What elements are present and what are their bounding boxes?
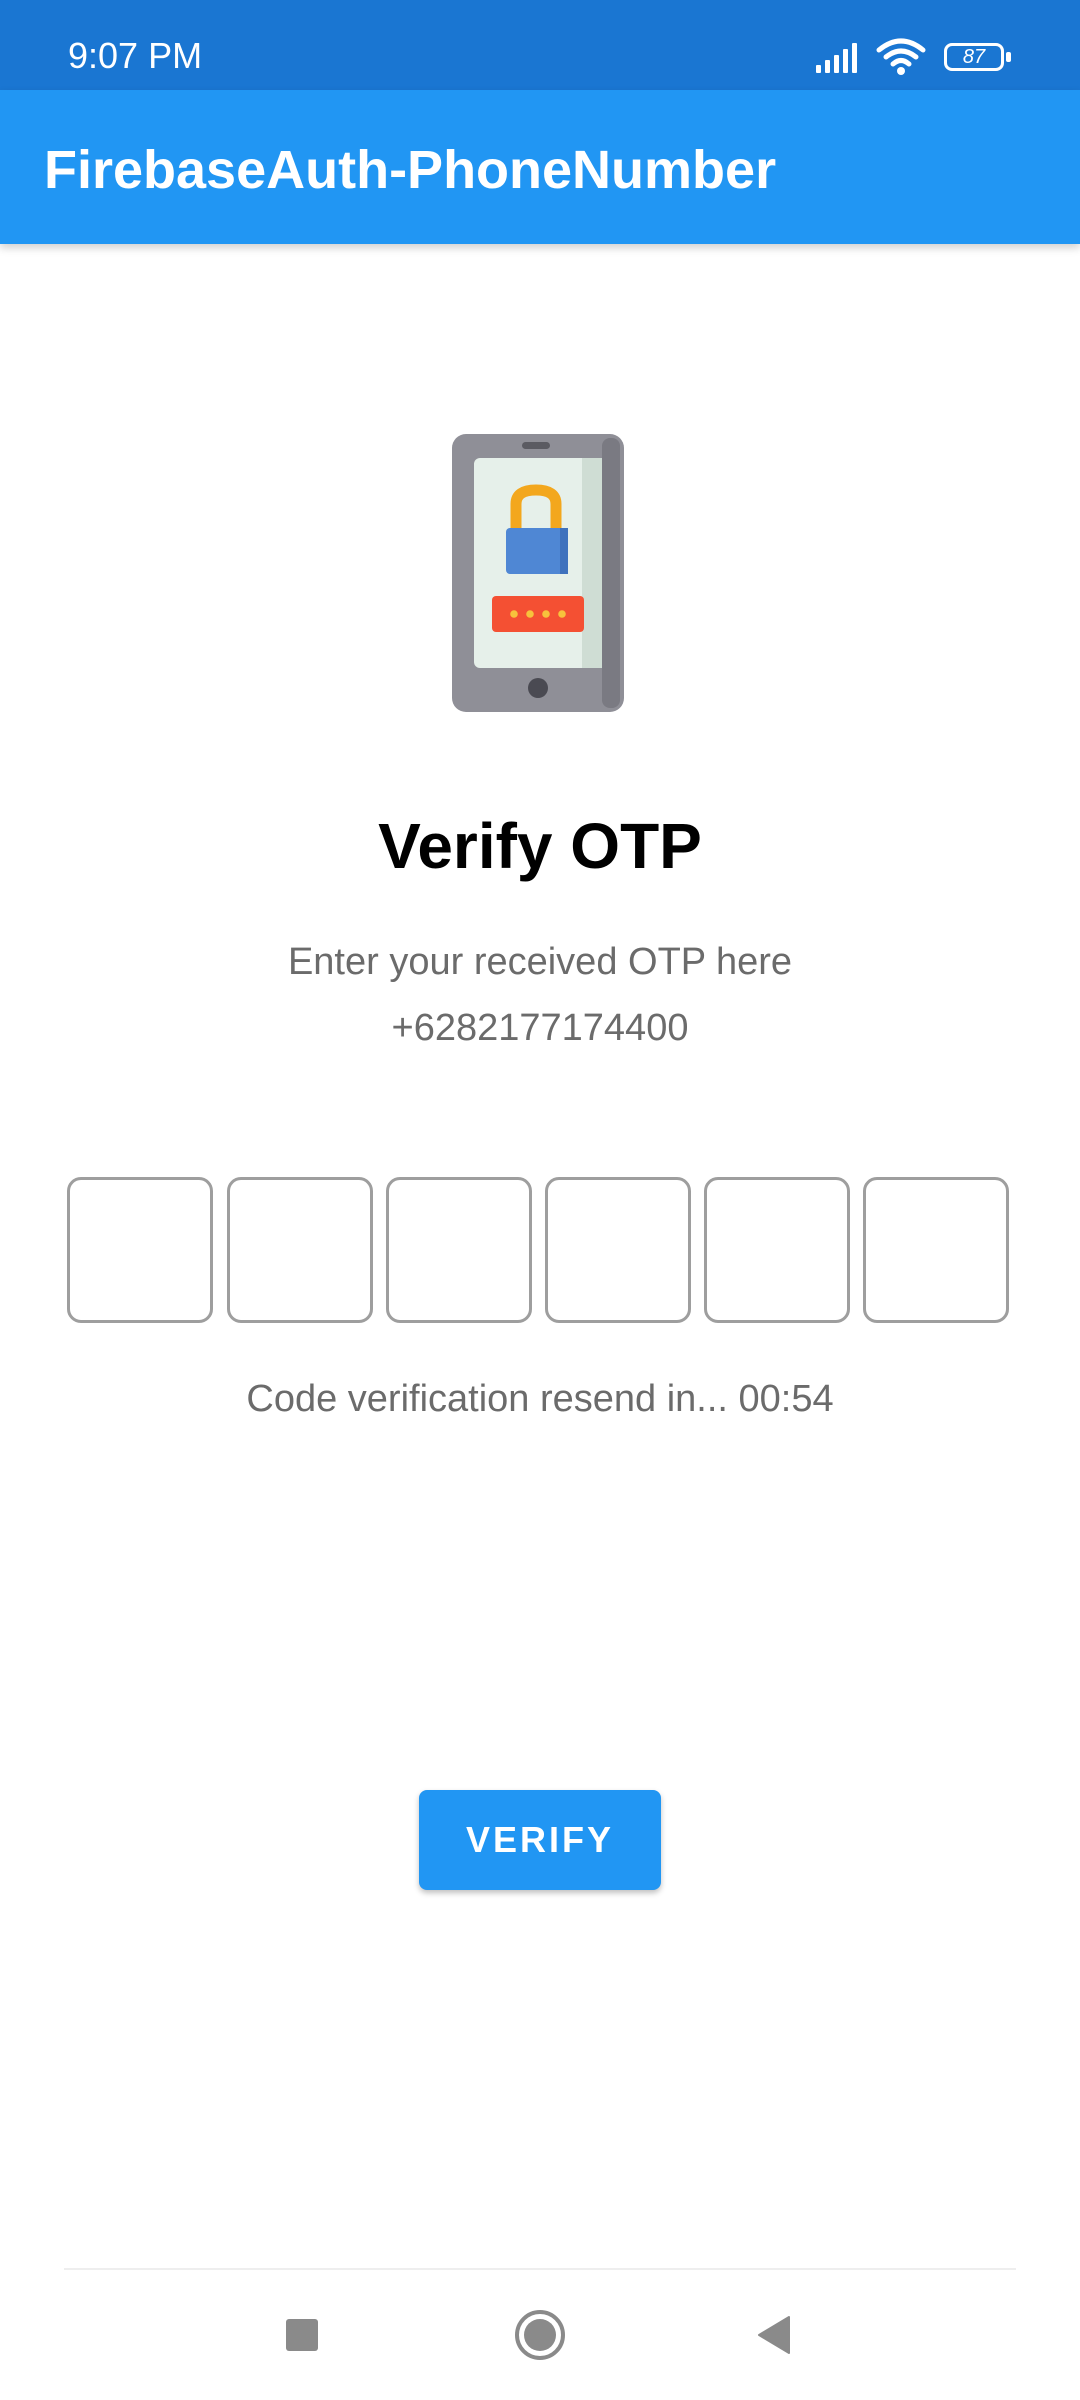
- nav-divider: [64, 2268, 1016, 2270]
- battery-cap: [1006, 52, 1011, 62]
- app-title: FirebaseAuth-PhoneNumber: [44, 140, 777, 200]
- otp-digit-3[interactable]: [386, 1177, 532, 1323]
- otp-instruction: Enter your received OTP here: [287, 941, 793, 983]
- otp-digit-4[interactable]: [545, 1177, 691, 1323]
- otp-input-row: [67, 1177, 1013, 1327]
- wifi-icon: [876, 38, 926, 75]
- verify-button[interactable]: VERIFY: [419, 1790, 661, 1890]
- phone-lock-icon: [452, 434, 624, 712]
- signal-icon: [816, 43, 857, 73]
- otp-digit-6[interactable]: [863, 1177, 1009, 1323]
- page-title: Verify OTP: [378, 810, 702, 882]
- resend-countdown: Code verification resend in... 00:54: [246, 1378, 834, 1420]
- home-circle-icon: [515, 2310, 565, 2360]
- back-button[interactable]: [734, 2300, 814, 2370]
- battery-level: 87: [962, 46, 986, 68]
- otp-digit-1[interactable]: [67, 1177, 213, 1323]
- otp-digit-5[interactable]: [704, 1177, 850, 1323]
- recents-square-icon: [286, 2319, 318, 2351]
- recents-button[interactable]: [262, 2300, 342, 2370]
- status-time: 9:07 PM: [68, 35, 203, 76]
- otp-verification-screen: 9:07 PM 87 FirebaseAuth-PhoneNumber Veri…: [0, 0, 1080, 2400]
- home-button[interactable]: [500, 2300, 580, 2370]
- status-bar: 9:07 PM 87: [0, 0, 1080, 90]
- status-icons: 87: [814, 36, 1011, 78]
- otp-digit-2[interactable]: [227, 1177, 373, 1323]
- battery-icon: 87: [944, 43, 1011, 71]
- phone-number: +6282177174400: [391, 1007, 689, 1049]
- app-bar: FirebaseAuth-PhoneNumber: [0, 90, 1080, 244]
- back-triangle-icon: [758, 2316, 790, 2354]
